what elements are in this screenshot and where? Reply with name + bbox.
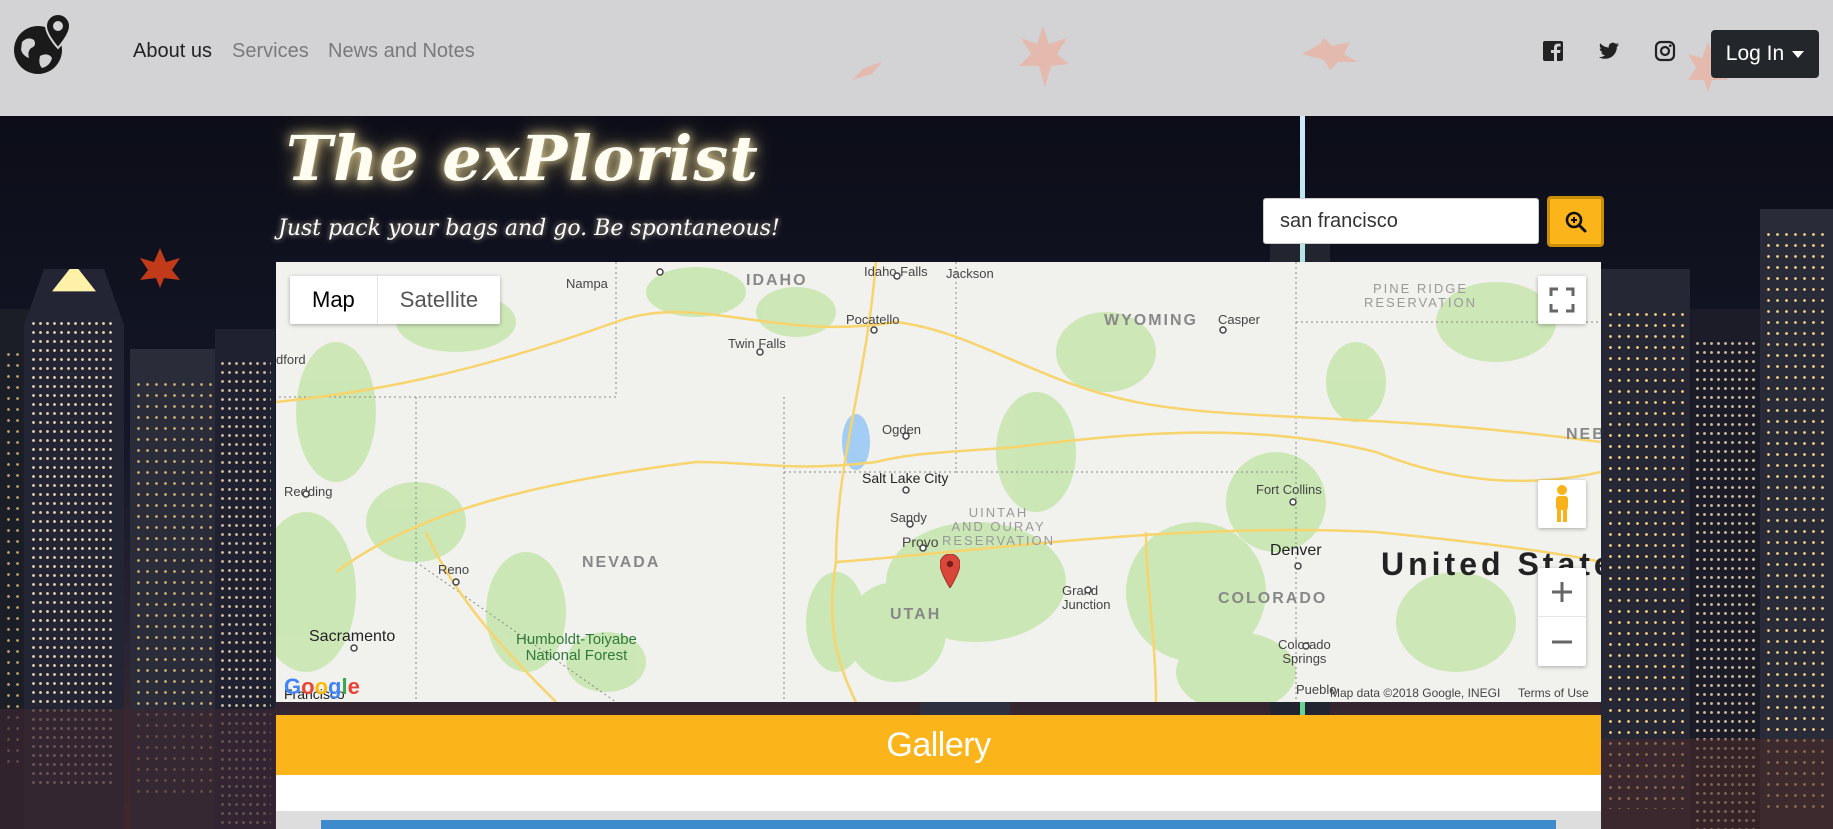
gallery-title: Gallery xyxy=(886,725,991,764)
nav-services[interactable]: Services xyxy=(232,40,309,63)
search-input[interactable]: san francisco xyxy=(1263,198,1539,244)
terms-of-use-link[interactable]: Terms of Use xyxy=(1518,686,1589,700)
gallery-image-top xyxy=(321,820,1556,829)
map-city-markers xyxy=(302,268,1310,652)
map-type-map[interactable]: Map xyxy=(290,276,377,324)
brand-title: The exPlorist xyxy=(286,122,759,195)
map-type-control: Map Satellite xyxy=(290,276,501,324)
leaf-decoration xyxy=(1019,26,1069,88)
zoom-in-icon xyxy=(1565,211,1586,232)
nav-news-and-notes[interactable]: News and Notes xyxy=(328,40,475,63)
gallery-header: Gallery xyxy=(276,715,1601,775)
water-reflection xyxy=(0,709,276,829)
zoom-in-button[interactable] xyxy=(1538,568,1586,617)
globe-pin-logo[interactable] xyxy=(8,12,72,76)
building-lights xyxy=(1764,229,1830,809)
login-dropdown-button[interactable]: Log In xyxy=(1711,30,1819,78)
map-marker-icon[interactable] xyxy=(940,554,960,588)
zoom-control xyxy=(1538,568,1586,666)
street-view-pegman[interactable] xyxy=(1538,480,1586,528)
leaf-decoration xyxy=(140,248,180,288)
google-logo: Google xyxy=(284,674,360,699)
caret-down-icon xyxy=(1792,50,1805,58)
brand-subtitle: Just pack your bags and go. Be spontaneo… xyxy=(278,216,780,241)
twitter-icon[interactable] xyxy=(1598,40,1620,62)
zoom-out-button[interactable] xyxy=(1538,617,1586,666)
fullscreen-icon xyxy=(1549,287,1575,313)
plus-icon xyxy=(1552,582,1572,602)
water-reflection xyxy=(1600,739,1833,829)
instagram-icon[interactable] xyxy=(1654,40,1676,62)
map-type-satellite[interactable]: Satellite xyxy=(376,276,500,324)
pegman-icon xyxy=(1556,485,1568,522)
building-lights xyxy=(1606,309,1686,809)
leaf-decoration xyxy=(1302,38,1358,70)
minus-icon xyxy=(1552,640,1572,643)
leaf-decoration xyxy=(852,62,882,80)
facebook-icon[interactable] xyxy=(1542,40,1564,62)
map-attribution: Map data ©2018 Google, INEGI xyxy=(1330,686,1501,700)
navbar: About us Services News and Notes Log In xyxy=(0,0,1833,116)
search-button[interactable] xyxy=(1547,196,1604,247)
fullscreen-button[interactable] xyxy=(1538,276,1586,324)
login-label: Log In xyxy=(1725,42,1785,65)
nav-about-us[interactable]: About us xyxy=(133,40,212,63)
google-map[interactable]: Nampa IDAHO Idaho Falls Jackson PINE RID… xyxy=(276,262,1601,702)
